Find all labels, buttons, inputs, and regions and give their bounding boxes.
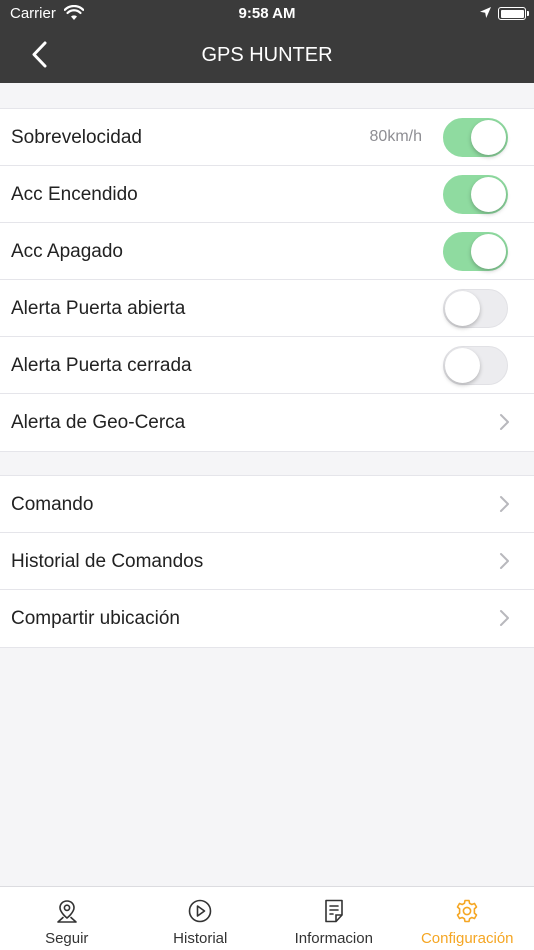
navigation-bar: GPS HUNTER xyxy=(0,28,534,83)
setting-row-geofence[interactable]: Alerta de Geo-Cerca xyxy=(0,394,534,451)
setting-row-command-history[interactable]: Historial de Comandos xyxy=(0,533,534,590)
play-circle-icon xyxy=(187,898,213,924)
page-title: GPS HUNTER xyxy=(201,44,333,66)
alerts-settings-group: Sobrevelocidad 80km/h Acc Encendido Acc … xyxy=(0,108,534,452)
map-pin-icon xyxy=(54,898,80,924)
toggle-knob xyxy=(471,234,506,269)
setting-row-share-location[interactable]: Compartir ubicación xyxy=(0,590,534,647)
toggle-knob xyxy=(471,177,506,212)
tab-label: Informacion xyxy=(294,930,373,947)
chevron-right-icon xyxy=(498,413,510,431)
toggle-knob xyxy=(471,120,506,155)
toggle-knob xyxy=(445,291,480,326)
tab-bar: Seguir Historial Informacion Configuraci… xyxy=(0,886,534,950)
tab-label: Seguir xyxy=(45,930,89,947)
toggle-knob xyxy=(445,348,480,383)
setting-label: Alerta de Geo-Cerca xyxy=(11,412,186,433)
tab-label: Historial xyxy=(173,930,228,947)
document-icon xyxy=(321,898,347,924)
setting-label: Comando xyxy=(11,494,94,515)
commands-settings-group: Comando Historial de Comandos Compartir … xyxy=(0,475,534,648)
tab-label: Configuración xyxy=(420,930,514,947)
setting-label: Historial de Comandos xyxy=(11,551,204,572)
location-arrow-icon xyxy=(479,6,492,23)
speed-limit-value[interactable]: 80km/h xyxy=(370,128,422,146)
chevron-right-icon xyxy=(498,495,510,513)
door-open-toggle[interactable] xyxy=(443,289,508,328)
chevron-right-icon xyxy=(498,552,510,570)
setting-label: Alerta Puerta abierta xyxy=(11,298,186,319)
tab-historial[interactable]: Historial xyxy=(134,887,268,950)
status-bar: Carrier 9:58 AM xyxy=(0,0,534,28)
setting-row-door-open: Alerta Puerta abierta xyxy=(0,280,534,337)
door-closed-toggle[interactable] xyxy=(443,346,508,385)
setting-label: Acc Apagado xyxy=(11,241,123,262)
setting-label: Alerta Puerta cerrada xyxy=(11,355,192,376)
tab-seguir[interactable]: Seguir xyxy=(0,887,134,950)
setting-row-command[interactable]: Comando xyxy=(0,476,534,533)
acc-off-toggle[interactable] xyxy=(443,232,508,271)
chevron-right-icon xyxy=(498,609,510,627)
clock: 9:58 AM xyxy=(238,5,296,22)
gear-icon xyxy=(454,898,480,924)
tab-configuracion[interactable]: Configuración xyxy=(401,887,534,950)
acc-on-toggle[interactable] xyxy=(443,175,508,214)
setting-row-acc-on: Acc Encendido xyxy=(0,166,534,223)
battery-icon xyxy=(498,7,529,20)
setting-label: Sobrevelocidad xyxy=(11,127,142,148)
setting-label: Acc Encendido xyxy=(11,184,138,205)
tab-informacion[interactable]: Informacion xyxy=(267,887,401,950)
setting-row-acc-off: Acc Apagado xyxy=(0,223,534,280)
overspeed-toggle[interactable] xyxy=(443,118,508,157)
setting-row-door-closed: Alerta Puerta cerrada xyxy=(0,337,534,394)
setting-row-overspeed: Sobrevelocidad 80km/h xyxy=(0,109,534,166)
setting-label: Compartir ubicación xyxy=(11,608,180,629)
